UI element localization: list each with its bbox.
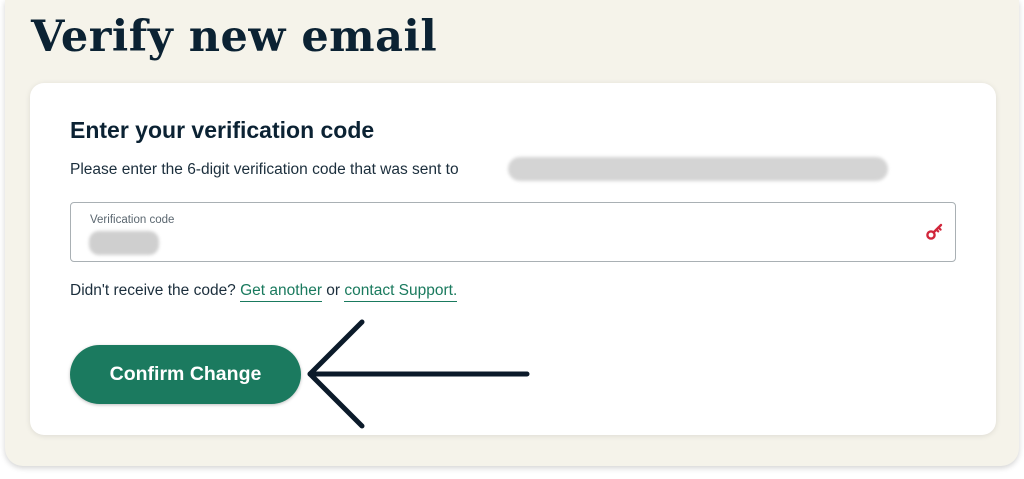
verification-code-label: Verification code [90, 214, 175, 226]
key-icon [926, 223, 943, 240]
redacted-email [508, 157, 888, 181]
resend-text: Didn't receive the code? Get another or … [70, 280, 458, 302]
verification-code-field[interactable]: Verification code [70, 202, 956, 262]
confirm-change-button[interactable]: Confirm Change [70, 345, 301, 404]
verification-code-value[interactable] [89, 231, 159, 255]
get-another-link[interactable]: Get another [240, 282, 322, 302]
page-title: Verify new email [31, 12, 438, 62]
contact-support-link[interactable]: contact Support. [344, 282, 458, 302]
resend-prefix: Didn't receive the code? [70, 282, 236, 299]
annotation-arrow-icon [307, 319, 530, 429]
card-heading: Enter your verification code [70, 117, 375, 143]
resend-separator: or [326, 282, 341, 299]
instruction-text: Please enter the 6-digit verification co… [70, 161, 459, 178]
